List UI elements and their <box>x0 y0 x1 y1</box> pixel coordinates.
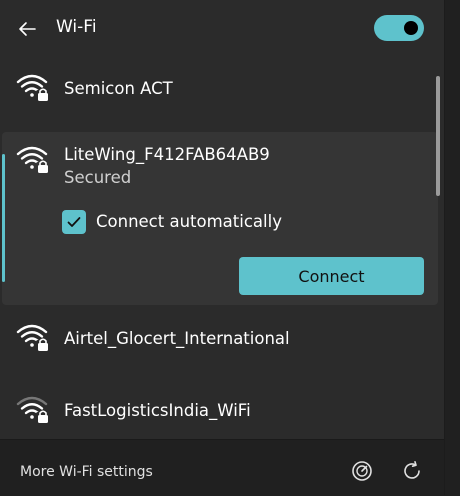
refresh-icon[interactable] <box>400 459 424 483</box>
network-status: Secured <box>64 168 132 187</box>
wifi-secured-icon <box>16 324 50 351</box>
network-name: FastLogisticsIndia_WiFi <box>64 401 251 420</box>
more-wifi-settings-link[interactable]: More Wi-Fi settings <box>20 464 153 480</box>
checkmark-icon <box>67 217 81 227</box>
wifi-secured-icon <box>16 146 50 173</box>
network-item-airtel[interactable]: Airtel_Glocert_International <box>0 312 438 366</box>
back-button[interactable] <box>14 16 40 42</box>
footer: More Wi-Fi settings <box>0 439 444 496</box>
network-item-fastlogistics[interactable]: FastLogisticsIndia_WiFi <box>0 384 438 438</box>
network-item-semicon-act[interactable]: Semicon ACT <box>0 62 438 116</box>
selection-indicator <box>2 154 5 282</box>
connect-button[interactable]: Connect <box>239 257 424 295</box>
connect-automatically-checkbox[interactable] <box>62 210 86 234</box>
wifi-secured-icon <box>16 74 50 101</box>
speedometer-icon[interactable] <box>350 459 374 483</box>
scrollbar-thumb[interactable] <box>436 76 440 196</box>
wifi-panel: Wi-Fi Semicon ACT LiteWing_F412FAB64AB9 … <box>0 0 445 496</box>
wifi-header: Wi-Fi <box>0 0 444 58</box>
back-arrow-icon <box>19 22 36 36</box>
connect-automatically-label: Connect automatically <box>96 212 282 231</box>
network-item-litewing[interactable]: LiteWing_F412FAB64AB9 Secured Connect au… <box>2 132 438 305</box>
network-name: Semicon ACT <box>64 79 173 98</box>
toggle-knob <box>404 21 418 35</box>
network-name: LiteWing_F412FAB64AB9 <box>64 145 270 164</box>
page-title: Wi-Fi <box>56 17 97 37</box>
wifi-weak-secured-icon <box>16 396 50 423</box>
network-name: Airtel_Glocert_International <box>64 329 290 348</box>
wifi-toggle[interactable] <box>374 15 424 41</box>
